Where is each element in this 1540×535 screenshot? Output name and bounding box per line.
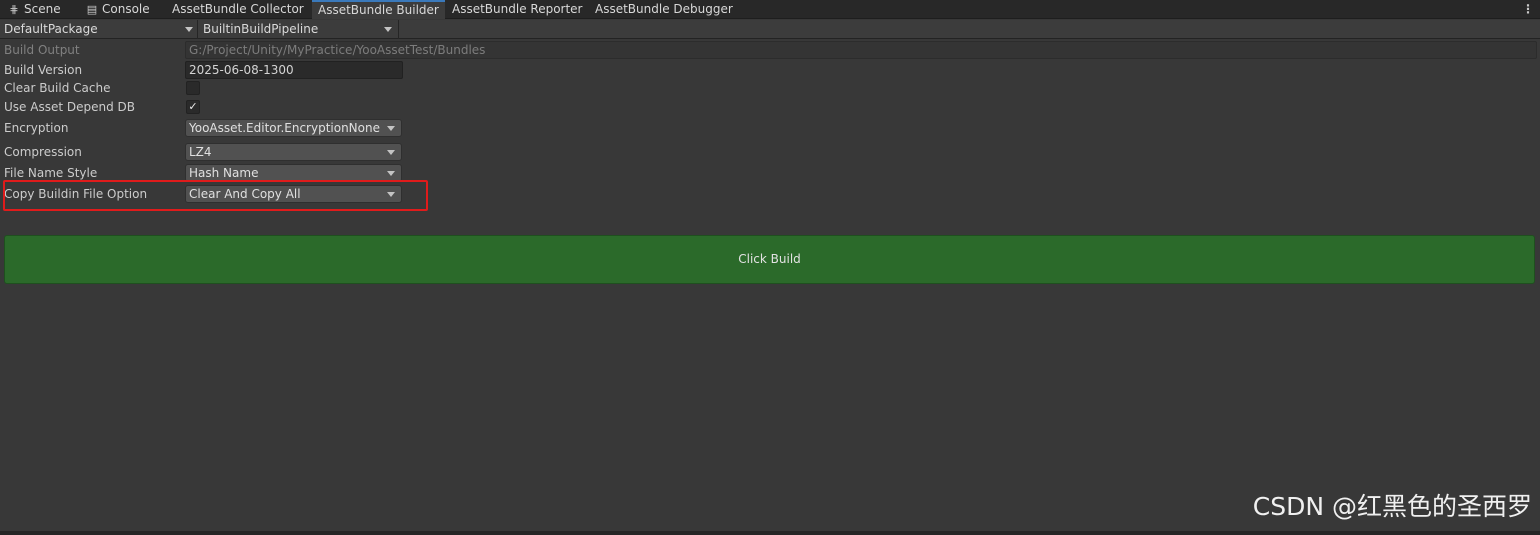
build-output-field: G:/Project/Unity/MyPractice/YooAssetTest…	[185, 41, 1537, 59]
click-build-button[interactable]: Click Build	[4, 235, 1535, 284]
chevron-down-icon	[387, 150, 395, 155]
clear-build-cache-row: Clear Build Cache	[0, 79, 1540, 97]
chevron-down-icon	[387, 171, 395, 176]
compression-value: LZ4	[189, 145, 212, 159]
tab-label: AssetBundle Collector	[172, 2, 304, 16]
builder-toolbar: DefaultPackage BuiltinBuildPipeline	[0, 20, 1540, 39]
editor-window: ⋕ Scene ▤ Console AssetBundle Collector As…	[0, 0, 1540, 535]
tab-assetbundle-builder[interactable]: AssetBundle Builder	[312, 0, 445, 19]
tab-label: AssetBundle Reporter	[452, 2, 583, 16]
chevron-down-icon	[384, 27, 392, 32]
use-asset-depend-db-label: Use Asset Depend DB	[4, 100, 135, 114]
tab-bar: ⋕ Scene ▤ Console AssetBundle Collector As…	[0, 0, 1540, 19]
compression-label: Compression	[4, 145, 82, 159]
console-icon: ▤	[86, 3, 98, 16]
pipeline-dropdown-value: BuiltinBuildPipeline	[203, 22, 319, 36]
package-dropdown-value: DefaultPackage	[4, 22, 98, 36]
encryption-dropdown[interactable]: YooAsset.Editor.EncryptionNone	[185, 119, 402, 137]
more-menu-icon[interactable]: ⋮	[1522, 0, 1534, 19]
package-dropdown[interactable]: DefaultPackage	[0, 20, 198, 39]
build-version-input[interactable]: 2025-06-08-1300	[185, 61, 403, 79]
file-name-style-value: Hash Name	[189, 166, 259, 180]
use-asset-depend-db-checkbox[interactable]: ✓	[186, 100, 200, 114]
pipeline-dropdown[interactable]: BuiltinBuildPipeline	[199, 20, 399, 39]
build-version-row: Build Version 2025-06-08-1300	[0, 61, 1540, 79]
chevron-down-icon	[387, 126, 395, 131]
build-version-label: Build Version	[4, 63, 83, 77]
tab-label: Console	[102, 2, 150, 16]
checkmark-icon: ✓	[188, 100, 198, 113]
tab-scene[interactable]: ⋕ Scene	[8, 0, 61, 19]
build-output-row: Build Output G:/Project/Unity/MyPractice…	[0, 41, 1540, 59]
tab-assetbundle-reporter[interactable]: AssetBundle Reporter	[452, 0, 583, 19]
bottom-divider	[0, 531, 1540, 535]
tab-label: AssetBundle Debugger	[595, 2, 733, 16]
tab-assetbundle-collector[interactable]: AssetBundle Collector	[172, 0, 304, 19]
encryption-value: YooAsset.Editor.EncryptionNone	[189, 121, 380, 135]
clear-build-cache-checkbox[interactable]	[186, 81, 200, 95]
encryption-label: Encryption	[4, 121, 69, 135]
tab-assetbundle-debugger[interactable]: AssetBundle Debugger	[595, 0, 733, 19]
highlight-annotation	[3, 180, 428, 211]
chevron-down-icon	[185, 27, 193, 32]
watermark: CSDN @红黑色的圣西罗	[1252, 492, 1532, 521]
tab-label: AssetBundle Builder	[318, 3, 439, 17]
compression-row: Compression LZ4	[0, 143, 1540, 161]
encryption-row: Encryption YooAsset.Editor.EncryptionNon…	[0, 119, 1540, 137]
grid-icon: ⋕	[9, 3, 19, 16]
clear-build-cache-label: Clear Build Cache	[4, 81, 111, 95]
tab-label: Scene	[24, 2, 61, 16]
use-asset-depend-db-row: Use Asset Depend DB ✓	[0, 98, 1540, 116]
compression-dropdown[interactable]: LZ4	[185, 143, 402, 161]
build-output-label: Build Output	[4, 43, 80, 57]
tab-console[interactable]: ▤ Console	[86, 0, 150, 19]
